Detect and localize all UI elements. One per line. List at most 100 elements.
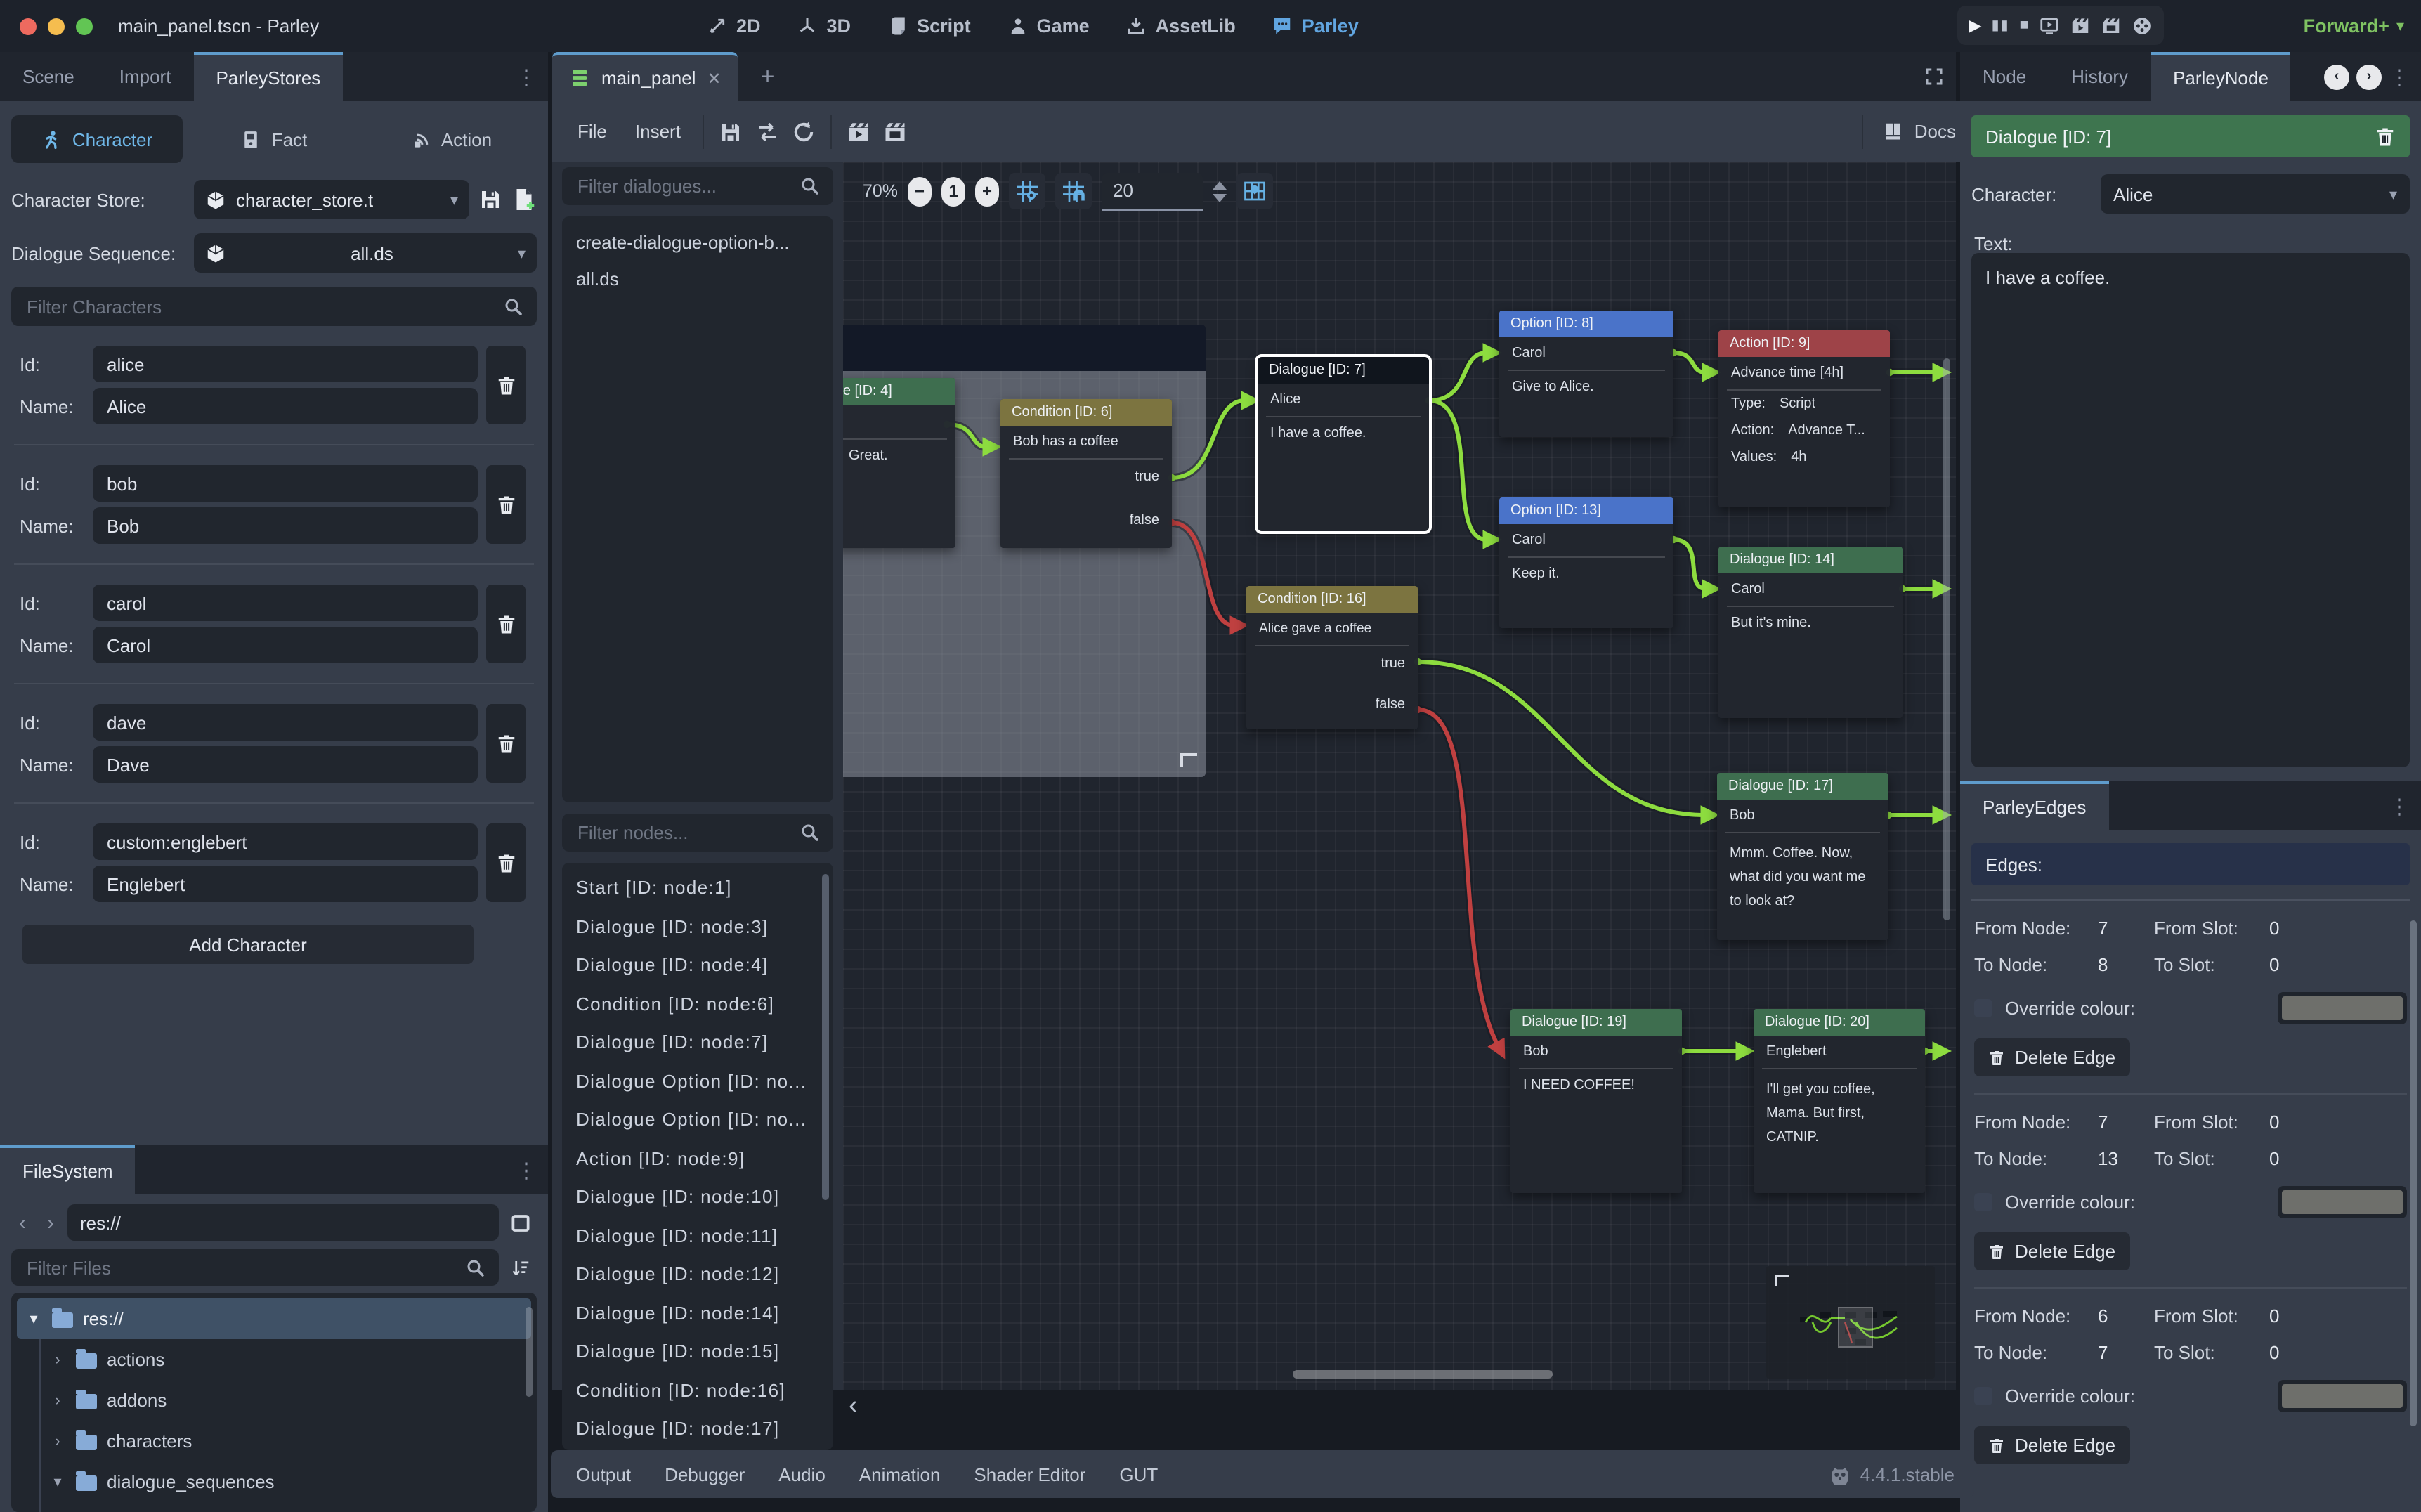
node-list-item[interactable]: Action [ID: node:9]	[562, 1139, 833, 1178]
add-character-button[interactable]: Add Character	[22, 925, 474, 964]
dock-menu-icon[interactable]: ⋮	[516, 1157, 537, 1182]
play-button[interactable]: ▶	[1969, 15, 1981, 35]
dock-menu-icon[interactable]: ⋮	[2389, 793, 2410, 819]
edges-scrollbar[interactable]	[2410, 920, 2417, 1426]
snap-toggle-button[interactable]	[1055, 173, 1092, 209]
delete-character-button[interactable]	[486, 465, 526, 544]
distraction-free-icon[interactable]	[1924, 66, 1945, 87]
graph-node-option-8[interactable]: Option [ID: 8] Carol Give to Alice.	[1499, 311, 1673, 437]
dialogue-graph-canvas[interactable]: Dialogue [ID: 4] Great. Condition [ID: 6…	[843, 162, 1956, 1390]
delete-character-button[interactable]	[486, 704, 526, 783]
delete-character-button[interactable]	[486, 823, 526, 902]
scene-tab-main-panel[interactable]: main_panel ✕	[552, 52, 738, 101]
override-colour-checkbox[interactable]	[1974, 1193, 1992, 1211]
character-store-dropdown[interactable]: character_store.t ▾	[194, 180, 469, 219]
node-title[interactable]: Condition [ID: 16]	[1246, 586, 1418, 613]
caret-expanded-icon[interactable]: ▾	[25, 1310, 42, 1328]
file-menu[interactable]: File	[563, 114, 621, 149]
fs-scrollbar[interactable]	[526, 1307, 533, 1397]
filter-dialogues-input[interactable]	[575, 174, 791, 198]
character-id-input[interactable]	[104, 352, 466, 376]
fs-tree-item-actions[interactable]: ›actions	[41, 1339, 537, 1380]
graph-node-dialogue-14[interactable]: Dialogue [ID: 14] Carol But it's mine.	[1718, 547, 1903, 718]
character-name-field[interactable]	[93, 627, 478, 663]
graph-node-dialogue-17[interactable]: Dialogue [ID: 17] Bob Mmm. Coffee. Now, …	[1717, 773, 1888, 940]
node-list-item[interactable]: Dialogue Option [ID: no...	[562, 1062, 833, 1100]
node-title[interactable]: Dialogue [ID: 4]	[843, 378, 955, 405]
caret-expanded-icon[interactable]: ▾	[49, 1473, 66, 1491]
caret-collapsed-icon[interactable]: ›	[49, 1351, 66, 1368]
new-tab-button[interactable]: +	[738, 52, 797, 101]
workspace-tab-assetlib[interactable]: AssetLib	[1126, 15, 1236, 37]
zoom-reset-button[interactable]: 1	[941, 176, 965, 206]
dialogue-list-item[interactable]: create-dialogue-option-b...	[562, 223, 833, 260]
node-title[interactable]: Dialogue [ID: 7]	[1258, 357, 1429, 384]
nodes-list-scrollbar[interactable]	[822, 874, 829, 1200]
fs-tree-item-root[interactable]: ▾ res://	[17, 1298, 531, 1339]
bottom-tab-gut[interactable]: GUT	[1102, 1450, 1175, 1498]
filter-characters-input[interactable]	[24, 294, 495, 318]
caret-collapsed-icon[interactable]: ›	[49, 1433, 66, 1449]
tabs-prev-icon[interactable]: ‹	[2324, 64, 2349, 89]
grid-toggle-button[interactable]	[1009, 173, 1045, 209]
node-output-true[interactable]: true	[1246, 648, 1418, 680]
character-name-field[interactable]	[93, 866, 478, 902]
fs-back-icon[interactable]: ‹	[11, 1211, 34, 1234]
snap-step-field[interactable]: 20	[1102, 172, 1203, 210]
reset-icon[interactable]	[786, 113, 823, 150]
dock-menu-icon[interactable]: ⋮	[2389, 64, 2410, 89]
tab-node[interactable]: Node	[1960, 52, 2049, 101]
delete-node-button[interactable]	[2375, 126, 2396, 147]
fs-tree-item-dialogue-sequences[interactable]: ▾dialogue_sequences	[41, 1461, 537, 1502]
tab-parleystores[interactable]: ParleyStores	[193, 52, 343, 101]
remote-debug-icon[interactable]	[2039, 15, 2060, 36]
workspace-tab-script[interactable]: Script	[887, 15, 971, 37]
zoom-in-button[interactable]: +	[975, 176, 999, 206]
character-name-field[interactable]	[93, 507, 478, 544]
bottom-tab-animation[interactable]: Animation	[842, 1450, 958, 1498]
run-custom-dialogue-icon[interactable]	[877, 113, 914, 150]
character-name-input[interactable]	[104, 872, 466, 896]
fs-tree-item-addons[interactable]: ›addons	[41, 1380, 537, 1421]
fs-filter-input[interactable]	[24, 1256, 457, 1279]
graph-node-condition-6[interactable]: Condition [ID: 6] Bob has a coffee true …	[1000, 399, 1172, 548]
fs-tree-item-file[interactable]: all.ds	[63, 1502, 537, 1512]
node-output-false[interactable]: false	[1246, 689, 1418, 721]
character-name-input[interactable]	[104, 394, 466, 418]
fs-tree-item-characters[interactable]: ›characters	[41, 1421, 537, 1461]
store-tab-action[interactable]: Action	[365, 115, 537, 163]
node-title[interactable]: Option [ID: 13]	[1499, 497, 1673, 524]
graph-node-option-13[interactable]: Option [ID: 13] Carol Keep it.	[1499, 497, 1673, 628]
node-list-item[interactable]: Dialogue Option [ID: no...	[562, 1100, 833, 1139]
delete-edge-button[interactable]: Delete Edge	[1974, 1232, 2129, 1270]
graph-hscrollbar[interactable]	[1293, 1370, 1553, 1379]
tab-import[interactable]: Import	[97, 52, 194, 101]
override-colour-checkbox[interactable]	[1974, 999, 1992, 1017]
node-list-item[interactable]: Dialogue [ID: node:12]	[562, 1255, 833, 1293]
renderer-dropdown[interactable]: Forward+▾	[2304, 0, 2404, 52]
tab-parleynode[interactable]: ParleyNode	[2151, 52, 2291, 101]
character-id-input[interactable]	[104, 710, 466, 734]
node-title[interactable]: Dialogue [ID: 17]	[1717, 773, 1888, 800]
graph-minimap[interactable]	[1766, 1266, 1935, 1379]
dock-menu-icon[interactable]: ⋮	[516, 64, 537, 89]
dialogue-sequence-dropdown[interactable]: all.ds ▾	[194, 233, 537, 273]
graph-node-dialogue-7-selected[interactable]: Dialogue [ID: 7] Alice I have a coffee.	[1258, 357, 1429, 531]
fs-split-view-button[interactable]	[504, 1206, 537, 1239]
node-list-item[interactable]: Dialogue [ID: node:7]	[562, 1023, 833, 1062]
node-list-item[interactable]: Dialogue [ID: node:17]	[562, 1409, 833, 1448]
tab-filesystem[interactable]: FileSystem	[0, 1145, 136, 1194]
tab-scene[interactable]: Scene	[0, 52, 97, 101]
node-list-item[interactable]: Start [ID: node:1]	[562, 868, 833, 907]
node-title[interactable]: Action [ID: 9]	[1718, 330, 1890, 357]
node-list-item[interactable]: Dialogue [ID: node:4]	[562, 946, 833, 984]
filter-nodes-input[interactable]	[575, 821, 791, 845]
play-custom-scene-button[interactable]	[2101, 15, 2122, 36]
character-id-input[interactable]	[104, 591, 466, 615]
text-editor[interactable]: I have a coffee.	[1971, 253, 2410, 767]
docs-button[interactable]: Docs	[1872, 121, 1967, 142]
save-icon[interactable]	[713, 113, 750, 150]
workspace-tab-2d[interactable]: 2D	[707, 15, 761, 37]
node-title[interactable]: Dialogue [ID: 19]	[1510, 1009, 1682, 1036]
character-name-input[interactable]	[104, 633, 466, 657]
